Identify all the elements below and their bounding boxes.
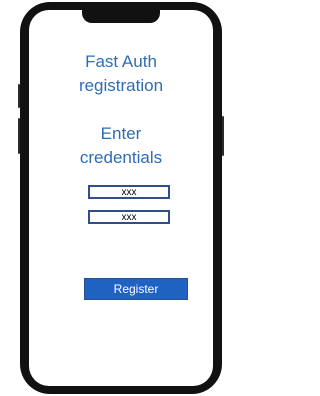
volume-down-button — [18, 118, 20, 154]
canvas: Fast Auth registration Enter credentials… — [0, 0, 242, 396]
volume-up-button — [18, 84, 20, 108]
credentials-heading-line-1: Enter — [100, 124, 142, 143]
app-title: Fast Auth registration — [29, 50, 213, 98]
registration-screen: Fast Auth registration Enter credentials… — [29, 10, 213, 386]
credential-field-2[interactable] — [88, 210, 170, 224]
credential-field-1[interactable] — [88, 185, 170, 199]
register-button[interactable]: Register — [84, 278, 188, 300]
app-title-line-1: Fast Auth — [85, 52, 157, 71]
credentials-heading: Enter credentials — [29, 122, 213, 170]
app-title-line-2: registration — [78, 76, 164, 95]
credentials-heading-line-2: credentials — [79, 148, 163, 167]
power-button — [222, 116, 224, 156]
